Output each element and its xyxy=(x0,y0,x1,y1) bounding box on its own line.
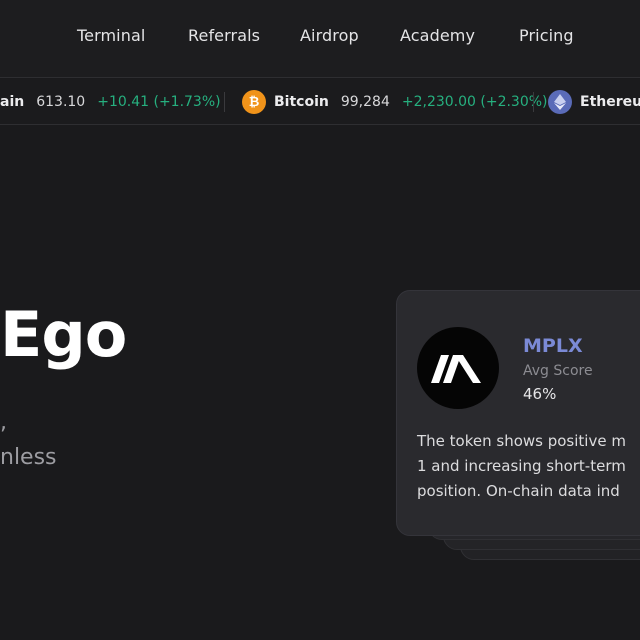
ticker-price: 613.10 xyxy=(36,94,86,110)
token-score-card[interactable]: MPLX Avg Score 46% The token shows posit… xyxy=(396,290,640,536)
nav-item-pricing[interactable]: Pricing xyxy=(519,26,574,45)
nav-item-terminal[interactable]: Terminal xyxy=(77,26,145,45)
ticker-name: ain xyxy=(0,94,25,110)
ticker-change: +10.41 (+1.73%) xyxy=(97,94,221,110)
ticker-name: Ethereu xyxy=(580,94,640,110)
avg-score-label: Avg Score xyxy=(523,363,593,379)
ticker-item[interactable]: Ethereu xyxy=(548,79,640,124)
top-navbar: Terminal Referrals Airdrop Academy Prici… xyxy=(0,0,640,78)
ticker-item[interactable]: ₿ Bitcoin 99,284 +2,230.00 (+2.30%) xyxy=(242,79,548,124)
ethereum-icon xyxy=(548,90,572,114)
ticker-price: 99,284 xyxy=(340,94,390,110)
ticker-name: Bitcoin xyxy=(274,94,329,110)
hero-subtitle-line2: nless xyxy=(0,445,57,470)
description-line: position. On-chain data ind xyxy=(417,482,620,500)
ticker-change: +2,230.00 (+2.30%) xyxy=(401,94,548,110)
price-ticker: ain 613.10 +10.41 (+1.73%) ₿ Bitcoin 99,… xyxy=(0,79,640,125)
nav-item-academy[interactable]: Academy xyxy=(400,26,475,45)
ticker-divider xyxy=(533,92,534,112)
nav-item-airdrop[interactable]: Airdrop xyxy=(300,26,359,45)
hero-subtitle-line1: , xyxy=(0,410,7,435)
description-line: 1 and increasing short-term xyxy=(417,457,626,475)
ticker-item[interactable]: ain 613.10 +10.41 (+1.73%) xyxy=(0,79,221,124)
main-nav: Terminal Referrals Airdrop Academy Prici… xyxy=(0,26,640,50)
token-description: The token shows positive m 1 and increas… xyxy=(417,429,640,504)
mplx-logo-icon xyxy=(417,327,499,409)
ticker-divider xyxy=(224,92,225,112)
bitcoin-icon: ₿ xyxy=(242,90,266,114)
nav-item-referrals[interactable]: Referrals xyxy=(188,26,260,45)
ethereum-glyph xyxy=(554,94,566,110)
avg-score-value: 46% xyxy=(523,385,557,403)
hero-title: Ego xyxy=(0,298,127,371)
description-line: The token shows positive m xyxy=(417,432,626,450)
mplx-logo-glyph xyxy=(431,355,481,383)
token-symbol: MPLX xyxy=(523,335,583,357)
